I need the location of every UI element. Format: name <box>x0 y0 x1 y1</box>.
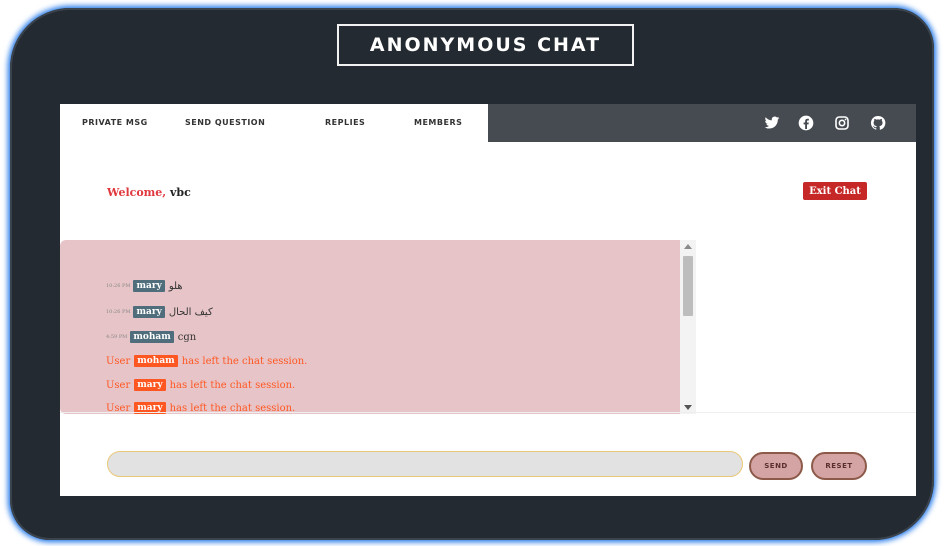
welcome-message: Welcome, vbc <box>107 186 191 199</box>
github-icon[interactable] <box>870 115 886 131</box>
app-title: ANONYMOUS CHAT <box>337 24 634 66</box>
scroll-down-arrow-icon[interactable] <box>684 405 692 410</box>
scroll-up-arrow-icon[interactable] <box>684 244 692 249</box>
tab-members[interactable]: MEMBERS <box>414 104 462 142</box>
message-time: 10:26 PM <box>106 283 131 289</box>
message-user-badge: mary <box>133 306 165 318</box>
system-message-user-badge: moham <box>134 355 178 367</box>
send-button[interactable]: SEND <box>749 452 803 480</box>
system-message: User moham has left the chat session. <box>106 355 307 367</box>
tab-private-msg[interactable]: PRIVATE MSG <box>82 104 148 142</box>
message-text: هلو <box>168 280 183 292</box>
chat-message: 4:59 PM moham cgn <box>106 331 196 343</box>
system-message-text: has left the chat session. <box>181 355 308 367</box>
system-message-text: has left the chat session. <box>169 379 296 391</box>
message-text: cgn <box>177 331 197 343</box>
message-time: 10:26 PM <box>106 309 131 315</box>
chat-app: PRIVATE MSG SEND QUESTION REPLIES MEMBER… <box>60 104 916 496</box>
system-message-user-badge: mary <box>134 379 166 391</box>
message-text: كيف الحال <box>168 306 213 318</box>
top-nav: PRIVATE MSG SEND QUESTION REPLIES MEMBER… <box>60 104 916 142</box>
message-input[interactable] <box>107 451 743 477</box>
tab-send-question[interactable]: SEND QUESTION <box>185 104 265 142</box>
scrollbar-thumb[interactable] <box>683 256 693 316</box>
tab-replies[interactable]: REPLIES <box>325 104 365 142</box>
system-message-prefix: User <box>106 379 131 391</box>
welcome-username: vbc <box>169 186 191 199</box>
social-bar <box>488 104 916 142</box>
instagram-icon[interactable] <box>834 115 850 131</box>
divider <box>60 412 916 413</box>
chat-scrollbar[interactable] <box>680 240 696 414</box>
message-user-badge: moham <box>130 331 174 343</box>
message-user-badge: mary <box>133 280 165 292</box>
system-message-prefix: User <box>106 355 131 367</box>
twitter-icon[interactable] <box>764 115 780 131</box>
welcome-prefix: Welcome, <box>107 186 167 199</box>
reset-button[interactable]: RESET <box>811 452 867 480</box>
chat-messages-panel[interactable]: 10:26 PM mary هلو 10:26 PM mary كيف الحا… <box>60 240 696 414</box>
system-message: User mary has left the chat session. <box>106 379 295 391</box>
chat-message: 10:26 PM mary هلو <box>106 280 183 292</box>
facebook-icon[interactable] <box>798 115 814 131</box>
chat-message: 10:26 PM mary كيف الحال <box>106 306 213 318</box>
message-time: 4:59 PM <box>106 334 128 340</box>
exit-chat-button[interactable]: Exit Chat <box>803 182 867 200</box>
